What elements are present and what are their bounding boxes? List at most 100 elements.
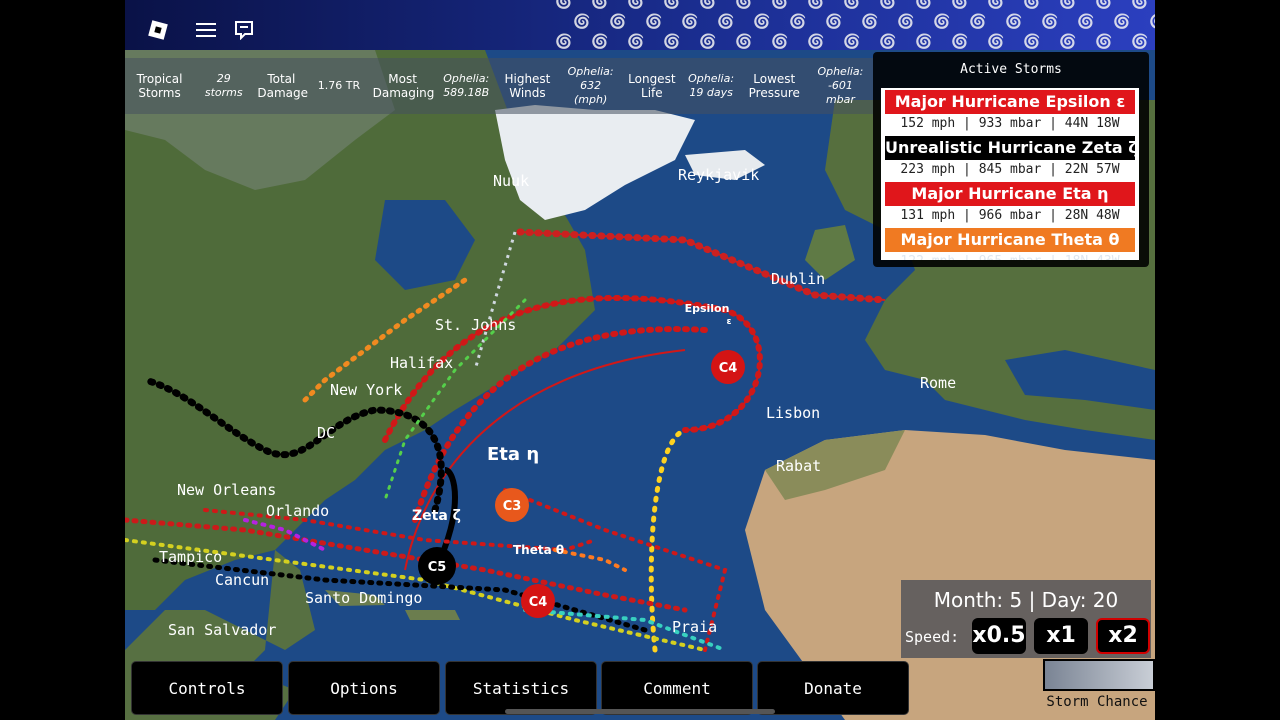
storm-name-zeta[interactable]: Unrealistic Hurricane Zeta ζ xyxy=(885,136,1135,160)
top-banner: 🌀 🌀 🌀 🌀 🌀 🌀 🌀 🌀 🌀 🌀 🌀 🌀 🌀 🌀 🌀 🌀 🌀 🌀 🌀 🌀 🌀 🌀 🌀 🌀 🌀 🌀 🌀 🌀 🌀 🌀 🌀 🌀 🌀 🌀 🌀 🌀 🌀 🌀 🌀 🌀… xyxy=(125,0,1155,50)
hurricane-swirl-icon: 🌀 xyxy=(1149,14,1155,30)
hamburger-menu-icon[interactable] xyxy=(190,14,222,46)
active-storms-list[interactable]: Major Hurricane Epsilon ε 152 mph | 933 … xyxy=(881,88,1139,260)
hurricane-swirl-icon: 🌀 xyxy=(717,14,735,30)
active-storms-panel: Active Storms Major Hurricane Epsilon ε … xyxy=(873,52,1149,267)
storm-info-epsilon: 152 mph | 933 mbar | 44N 18W xyxy=(900,116,1120,131)
donate-button[interactable]: Donate xyxy=(757,661,909,715)
hurricane-swirl-icon: 🌀 xyxy=(555,34,573,50)
storm-label-epsilon: Epsilon xyxy=(685,302,730,315)
hurricane-swirl-icon: 🌀 xyxy=(663,0,681,10)
date-speed-panel: Month: 5 | Day: 20 Speed: x0.5 x1 x2 xyxy=(901,580,1151,658)
tropical-storms-value: 29 storms xyxy=(204,72,243,99)
city-nuuk: Nuuk xyxy=(493,172,529,190)
speed-normal-button[interactable]: x1 xyxy=(1034,618,1088,654)
storm-info-eta: 131 mph | 966 mbar | 28N 48W xyxy=(900,208,1120,223)
storm-name-eta[interactable]: Major Hurricane Eta η xyxy=(885,182,1135,206)
city-praia: Praia xyxy=(672,618,717,636)
hurricane-swirl-icon: 🌀 xyxy=(735,0,753,10)
total-damage-label: Total Damage xyxy=(257,72,308,100)
hurricane-swirl-icon: 🌀 xyxy=(1095,0,1113,10)
hurricane-swirl-icon: 🌀 xyxy=(879,0,897,10)
hurricane-swirl-icon: 🌀 xyxy=(1023,0,1041,10)
city-santo-domingo: Santo Domingo xyxy=(305,589,422,607)
lowest-pressure-label: Lowest Pressure xyxy=(748,72,800,100)
marker-theta[interactable]: C4 xyxy=(521,584,555,618)
hurricane-swirl-icon: 🌀 xyxy=(555,0,573,10)
storm-label-zeta: Zeta ζ xyxy=(412,508,461,524)
hurricane-swirl-icon: 🌀 xyxy=(645,14,663,30)
hurricane-swirl-icon: 🌀 xyxy=(879,34,897,50)
hurricane-swirl-icon: 🌀 xyxy=(663,34,681,50)
scrollbar[interactable] xyxy=(505,709,775,714)
city-new-york: New York xyxy=(330,381,402,399)
hurricane-swirl-icon: 🌀 xyxy=(1023,34,1041,50)
hurricane-swirl-icon: 🌀 xyxy=(789,14,807,30)
highest-winds-label: Highest Winds xyxy=(504,72,551,100)
longest-life-label: Longest Life xyxy=(628,72,676,100)
hurricane-swirl-icon: 🌀 xyxy=(969,14,987,30)
hurricane-swirl-icon: 🌀 xyxy=(987,34,1005,50)
hurricane-swirl-icon: 🌀 xyxy=(1059,0,1077,10)
hurricane-swirl-icon: 🌀 xyxy=(1095,34,1113,50)
hurricane-swirl-icon: 🌀 xyxy=(951,34,969,50)
statistics-bar: Tropical Storms 29 storms Total Damage 1… xyxy=(125,58,873,114)
hurricane-swirl-icon: 🌀 xyxy=(609,14,627,30)
hurricane-swirl-icon: 🌀 xyxy=(1059,34,1077,50)
storm-info-zeta: 223 mph | 845 mbar | 22N 57W xyxy=(900,162,1120,177)
hurricane-swirl-icon: 🌀 xyxy=(843,0,861,10)
hurricane-swirl-icon: 🌀 xyxy=(915,34,933,50)
hurricane-swirl-icon: 🌀 xyxy=(825,14,843,30)
total-damage-value: 1.76 TR xyxy=(317,79,361,92)
hurricane-swirl-icon: 🌀 xyxy=(573,14,591,30)
marker-epsilon[interactable]: C4 xyxy=(711,350,745,384)
city-new-orleans: New Orleans xyxy=(177,481,276,499)
svg-text:C4: C4 xyxy=(529,595,548,610)
most-damaging-label: Most Damaging xyxy=(372,72,435,100)
hurricane-swirl-icon: 🌀 xyxy=(753,14,771,30)
hurricane-swirl-icon: 🌀 xyxy=(807,0,825,10)
marker-eta[interactable]: C3 xyxy=(495,488,529,522)
storm-name-theta[interactable]: Major Hurricane Theta θ xyxy=(885,228,1135,252)
city-rome: Rome xyxy=(920,374,956,392)
city-cancun: Cancun xyxy=(215,571,269,589)
hurricane-swirl-icon: 🌀 xyxy=(951,0,969,10)
speed-half-button[interactable]: x0.5 xyxy=(972,618,1026,654)
lowest-pressure-value: Ophelia: -601 mbar xyxy=(817,65,864,106)
svg-text:C3: C3 xyxy=(503,499,522,514)
hurricane-swirl-icon: 🌀 xyxy=(591,0,609,10)
hurricane-swirl-icon: 🌀 xyxy=(735,34,753,50)
city-reykjavik: Reykjavik xyxy=(678,166,759,184)
hurricane-swirl-icon: 🌀 xyxy=(807,34,825,50)
roblox-logo-icon[interactable] xyxy=(142,14,174,46)
longest-life-value: Ophelia: 19 days xyxy=(688,72,735,99)
most-damaging-value: Ophelia: 589.18B xyxy=(443,72,490,99)
svg-text:C4: C4 xyxy=(719,361,738,376)
city-dc: DC xyxy=(317,424,335,442)
speed-label: Speed: xyxy=(905,628,960,646)
hurricane-swirl-icon: 🌀 xyxy=(933,14,951,30)
hurricane-swirl-icon: 🌀 xyxy=(627,34,645,50)
chat-icon[interactable] xyxy=(228,14,260,46)
tropical-storms-label: Tropical Storms xyxy=(136,72,183,100)
storm-label-theta: Theta θ xyxy=(513,543,564,557)
hurricane-swirl-icon: 🌀 xyxy=(591,34,609,50)
hurricane-swirl-icon: 🌀 xyxy=(1005,14,1023,30)
comment-button[interactable]: Comment xyxy=(601,661,753,715)
storm-label-epsilon-symbol: ε xyxy=(726,317,731,327)
city-lisbon: Lisbon xyxy=(766,404,820,422)
hurricane-swirl-icon: 🌀 xyxy=(699,34,717,50)
hurricane-swirl-icon: 🌀 xyxy=(987,0,1005,10)
speed-double-button[interactable]: x2 xyxy=(1096,618,1150,654)
options-button[interactable]: Options xyxy=(288,661,440,715)
hurricane-swirl-icon: 🌀 xyxy=(897,14,915,30)
storm-chance-meter xyxy=(1043,659,1155,691)
hurricane-swirl-icon: 🌀 xyxy=(627,0,645,10)
marker-zeta[interactable]: C5 xyxy=(418,547,456,585)
storm-name-epsilon[interactable]: Major Hurricane Epsilon ε xyxy=(885,90,1135,114)
controls-button[interactable]: Controls xyxy=(131,661,283,715)
hurricane-swirl-icon: 🌀 xyxy=(1041,14,1059,30)
statistics-button[interactable]: Statistics xyxy=(445,661,597,715)
storm-info-theta: 122 mph | 965 mbar | 18N 43W xyxy=(881,252,1139,260)
hurricane-swirl-icon: 🌀 xyxy=(861,14,879,30)
